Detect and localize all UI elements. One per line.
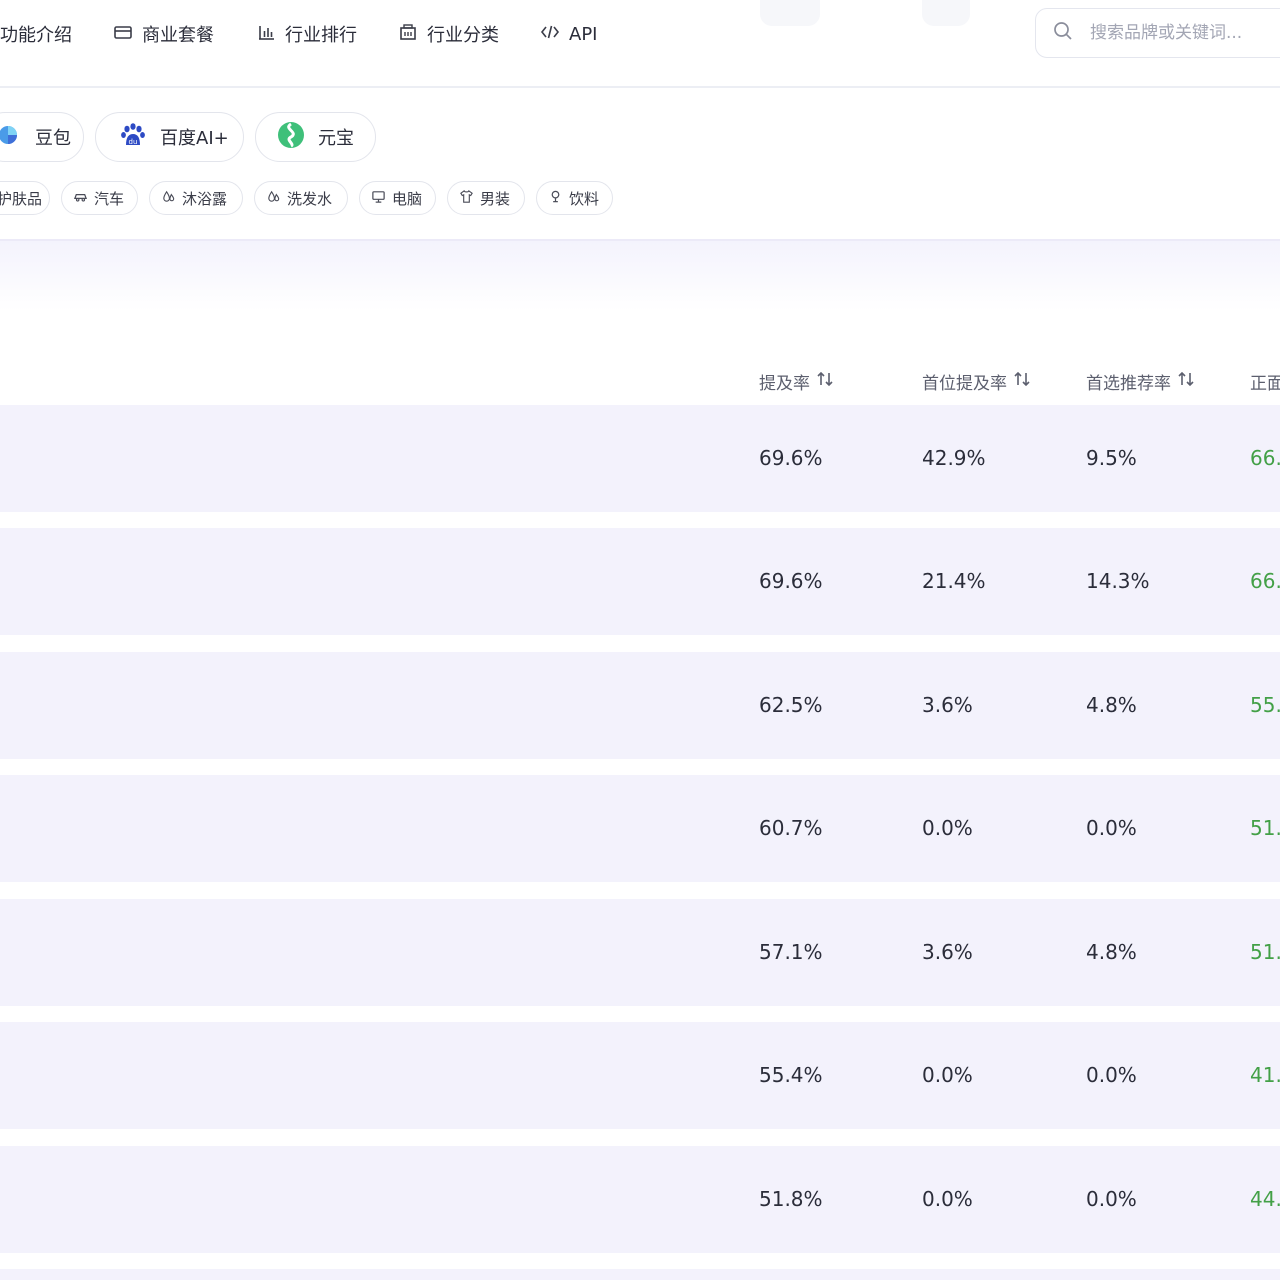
tag-menswear[interactable]: 男装 — [447, 181, 525, 215]
cell-positive-rate: 66. — [1250, 569, 1280, 593]
cell-preferred-rate: 0.0% — [1086, 816, 1137, 840]
building-icon — [398, 22, 418, 47]
cell-positive-rate: 44. — [1250, 1187, 1280, 1211]
model-pill-label: 元宝 — [318, 128, 354, 149]
table-row[interactable]: 62.5% 3.6% 4.8% 55. — [0, 652, 1280, 759]
cell-mention-rate: 55.4% — [759, 1063, 823, 1087]
cell-preferred-rate: 9.5% — [1086, 446, 1137, 470]
baidu-paw-icon: du — [118, 120, 148, 155]
cell-positive-rate: 66. — [1250, 446, 1280, 470]
table-row[interactable]: 60.7% 0.0% 0.0% 51.8 — [0, 775, 1280, 882]
tag-label: 男装 — [480, 189, 511, 208]
col-header-first-mention-rate[interactable]: 首位提及率 — [922, 369, 1031, 394]
nav-item-pricing[interactable]: 商业套餐 — [113, 20, 214, 48]
cell-mention-rate: 69.6% — [759, 446, 823, 470]
cell-preferred-rate: 0.0% — [1086, 1187, 1137, 1211]
cell-mention-rate: 57.1% — [759, 940, 823, 964]
tag-label: 汽车 — [94, 189, 125, 208]
table-row[interactable] — [0, 1269, 1280, 1280]
cell-positive-rate: 51.8 — [1250, 816, 1280, 840]
sort-icon[interactable] — [1177, 370, 1195, 393]
tag-label: 饮料 — [569, 189, 600, 208]
cell-first-mention-rate: 0.0% — [922, 816, 973, 840]
cell-preferred-rate: 14.3% — [1086, 569, 1150, 593]
doubao-logo-icon — [0, 120, 23, 155]
cell-mention-rate: 69.6% — [759, 569, 823, 593]
nav-item-api[interactable]: API — [540, 20, 597, 48]
nav-item-label: 行业分类 — [427, 25, 499, 46]
cell-preferred-rate: 4.8% — [1086, 693, 1137, 717]
search-input[interactable] — [1088, 22, 1280, 44]
svg-text:du: du — [129, 138, 138, 146]
tag-skincare[interactable]: 护肤品 — [0, 181, 50, 215]
cell-positive-rate: 55. — [1250, 693, 1280, 717]
cell-first-mention-rate: 3.6% — [922, 940, 973, 964]
car-icon — [73, 189, 88, 208]
model-pill-yuanbao[interactable]: 元宝 — [255, 112, 376, 162]
monitor-icon — [371, 189, 386, 208]
nav-placeholder-blob — [760, 0, 820, 26]
cell-first-mention-rate: 21.4% — [922, 569, 986, 593]
col-header-preferred-rate[interactable]: 首选推荐率 — [1086, 369, 1195, 394]
shirt-icon — [459, 189, 474, 208]
col-header-label: 首选推荐率 — [1086, 373, 1171, 394]
cell-mention-rate: 62.5% — [759, 693, 823, 717]
table-row[interactable]: 69.6% 21.4% 14.3% 66. — [0, 528, 1280, 635]
cell-first-mention-rate: 42.9% — [922, 446, 986, 470]
model-pill-baidu[interactable]: du 百度AI+ — [95, 112, 244, 162]
cell-first-mention-rate: 0.0% — [922, 1063, 973, 1087]
nav-item-features[interactable]: 功能介绍 — [0, 20, 72, 48]
nav-placeholder-blob — [922, 0, 970, 26]
cell-mention-rate: 60.7% — [759, 816, 823, 840]
cell-positive-rate: 41.1 — [1250, 1063, 1280, 1087]
search-box[interactable] — [1035, 8, 1280, 58]
model-pill-label: 百度AI+ — [160, 128, 229, 149]
cell-positive-rate: 51.8 — [1250, 940, 1280, 964]
tag-label: 洗发水 — [287, 189, 333, 208]
table-row[interactable]: 55.4% 0.0% 0.0% 41.1 — [0, 1022, 1280, 1129]
navbar-divider — [0, 86, 1280, 88]
cell-mention-rate: 51.8% — [759, 1187, 823, 1211]
col-header-label: 提及率 — [759, 373, 810, 394]
sort-icon[interactable] — [816, 370, 834, 393]
cell-first-mention-rate: 3.6% — [922, 693, 973, 717]
section-fade — [0, 241, 1280, 311]
nav-item-label: 行业排行 — [285, 25, 357, 46]
col-header-mention-rate[interactable]: 提及率 — [759, 369, 834, 394]
col-header-label: 首位提及率 — [922, 373, 1007, 394]
tag-body-wash[interactable]: 沐浴露 — [149, 181, 243, 215]
tag-label: 沐浴露 — [182, 189, 228, 208]
nav-item-label: 商业套餐 — [142, 25, 214, 46]
model-pill-doubao[interactable]: 豆包 — [0, 112, 84, 162]
search-icon — [1052, 20, 1074, 46]
card-icon — [113, 22, 133, 47]
yuanbao-logo-icon — [276, 120, 306, 155]
drops-icon — [266, 189, 281, 208]
cup-icon — [548, 189, 563, 208]
nav-item-label: 功能介绍 — [0, 25, 72, 46]
nav-item-label: API — [569, 23, 598, 45]
table-row[interactable]: 51.8% 0.0% 0.0% 44. — [0, 1146, 1280, 1253]
tag-car[interactable]: 汽车 — [61, 181, 138, 215]
tag-shampoo[interactable]: 洗发水 — [254, 181, 348, 215]
col-header-positive-rate[interactable]: 正面 — [1250, 369, 1280, 394]
tag-label: 电脑 — [392, 189, 423, 208]
code-icon — [540, 22, 560, 47]
tag-beverage[interactable]: 饮料 — [536, 181, 613, 215]
top-navbar: 功能介绍 商业套餐 行业排行 行业分类 API — [0, 0, 1280, 86]
nav-item-ranking[interactable]: 行业排行 — [256, 20, 357, 48]
tag-label: 护肤品 — [0, 189, 43, 208]
cell-first-mention-rate: 0.0% — [922, 1187, 973, 1211]
table-row[interactable]: 69.6% 42.9% 9.5% 66. — [0, 405, 1280, 512]
table-row[interactable]: 57.1% 3.6% 4.8% 51.8 — [0, 899, 1280, 1006]
bar-chart-icon — [256, 22, 276, 47]
sort-icon[interactable] — [1013, 370, 1031, 393]
nav-item-categories[interactable]: 行业分类 — [398, 20, 499, 48]
model-pill-label: 豆包 — [35, 128, 71, 149]
col-header-label: 正面 — [1250, 373, 1280, 394]
drops-icon — [161, 189, 176, 208]
cell-preferred-rate: 0.0% — [1086, 1063, 1137, 1087]
cell-preferred-rate: 4.8% — [1086, 940, 1137, 964]
tag-computer[interactable]: 电脑 — [359, 181, 436, 215]
